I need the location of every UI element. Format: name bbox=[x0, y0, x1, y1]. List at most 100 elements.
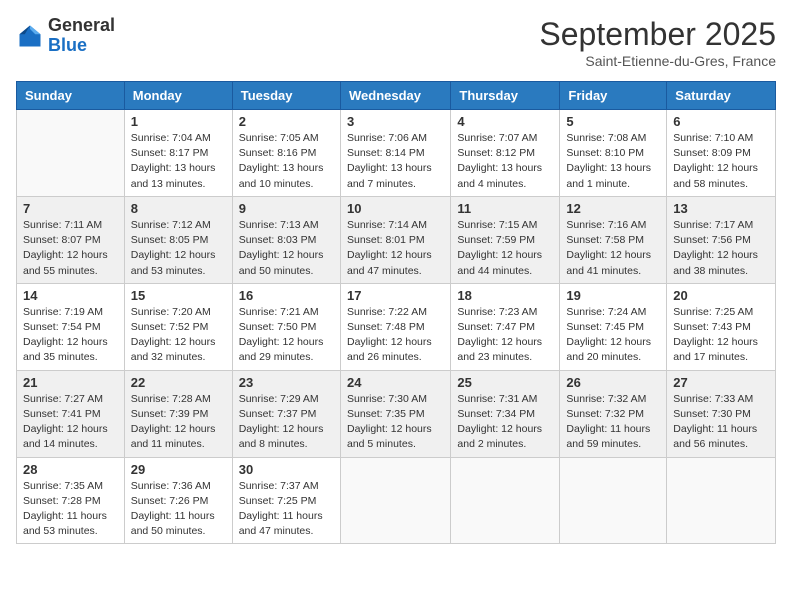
day-info: Sunrise: 7:29 AM Sunset: 7:37 PM Dayligh… bbox=[239, 392, 334, 453]
weekday-header: Friday bbox=[560, 82, 667, 110]
day-info: Sunrise: 7:36 AM Sunset: 7:26 PM Dayligh… bbox=[131, 479, 226, 540]
day-number: 20 bbox=[673, 288, 769, 303]
day-number: 21 bbox=[23, 375, 118, 390]
day-number: 5 bbox=[566, 114, 660, 129]
day-number: 11 bbox=[457, 201, 553, 216]
calendar-day-cell: 8 Sunrise: 7:12 AM Sunset: 8:05 PM Daylig… bbox=[124, 196, 232, 283]
calendar-day-cell: 7 Sunrise: 7:11 AM Sunset: 8:07 PM Daylig… bbox=[17, 196, 125, 283]
calendar-day-cell: 2 Sunrise: 7:05 AM Sunset: 8:16 PM Daylig… bbox=[232, 110, 340, 197]
day-info: Sunrise: 7:16 AM Sunset: 7:58 PM Dayligh… bbox=[566, 218, 660, 279]
logo-blue: Blue bbox=[48, 35, 87, 55]
weekday-header: Thursday bbox=[451, 82, 560, 110]
calendar-day-cell: 10Sunrise: 7:14 AM Sunset: 8:01 PM Dayli… bbox=[340, 196, 450, 283]
day-info: Sunrise: 7:12 AM Sunset: 8:05 PM Dayligh… bbox=[131, 218, 226, 279]
calendar-day-cell: 22 Sunrise: 7:28 AM Sunset: 7:39 PM Dayli… bbox=[124, 370, 232, 457]
day-number: 6 bbox=[673, 114, 769, 129]
day-number: 19 bbox=[566, 288, 660, 303]
calendar-week-row: 28 Sunrise: 7:35 AM Sunset: 7:28 PM Dayli… bbox=[17, 457, 776, 544]
calendar-week-row: 21 Sunrise: 7:27 AM Sunset: 7:41 PM Dayli… bbox=[17, 370, 776, 457]
calendar-day-cell: 17Sunrise: 7:22 AM Sunset: 7:48 PM Dayli… bbox=[340, 283, 450, 370]
calendar-day-cell: 25 Sunrise: 7:31 AM Sunset: 7:34 PM Dayli… bbox=[451, 370, 560, 457]
weekday-header: Monday bbox=[124, 82, 232, 110]
day-number: 2 bbox=[239, 114, 334, 129]
calendar-day-cell: 5Sunrise: 7:08 AM Sunset: 8:10 PM Daylig… bbox=[560, 110, 667, 197]
page-header: General Blue September 2025 Saint-Etienn… bbox=[16, 16, 776, 69]
calendar-day-cell bbox=[17, 110, 125, 197]
calendar-day-cell: 30 Sunrise: 7:37 AM Sunset: 7:25 PM Dayli… bbox=[232, 457, 340, 544]
title-block: September 2025 Saint-Etienne-du-Gres, Fr… bbox=[539, 16, 776, 69]
day-number: 3 bbox=[347, 114, 444, 129]
day-info: Sunrise: 7:22 AM Sunset: 7:48 PM Dayligh… bbox=[347, 305, 444, 366]
calendar-day-cell: 26 Sunrise: 7:32 AM Sunset: 7:32 PM Dayli… bbox=[560, 370, 667, 457]
day-number: 24 bbox=[347, 375, 444, 390]
calendar-day-cell: 11 Sunrise: 7:15 AM Sunset: 7:59 PM Dayli… bbox=[451, 196, 560, 283]
weekday-header: Sunday bbox=[17, 82, 125, 110]
calendar-day-cell: 29 Sunrise: 7:36 AM Sunset: 7:26 PM Dayli… bbox=[124, 457, 232, 544]
day-info: Sunrise: 7:27 AM Sunset: 7:41 PM Dayligh… bbox=[23, 392, 118, 453]
calendar-day-cell: 14 Sunrise: 7:19 AM Sunset: 7:54 PM Dayli… bbox=[17, 283, 125, 370]
calendar-day-cell: 4Sunrise: 7:07 AM Sunset: 8:12 PM Daylig… bbox=[451, 110, 560, 197]
day-info: Sunrise: 7:32 AM Sunset: 7:32 PM Dayligh… bbox=[566, 392, 660, 453]
location: Saint-Etienne-du-Gres, France bbox=[539, 53, 776, 69]
day-number: 27 bbox=[673, 375, 769, 390]
calendar-day-cell: 23 Sunrise: 7:29 AM Sunset: 7:37 PM Dayli… bbox=[232, 370, 340, 457]
calendar-day-cell: 20 Sunrise: 7:25 AM Sunset: 7:43 PM Dayli… bbox=[667, 283, 776, 370]
month-title: September 2025 bbox=[539, 16, 776, 53]
calendar-day-cell bbox=[667, 457, 776, 544]
day-number: 26 bbox=[566, 375, 660, 390]
day-info: Sunrise: 7:19 AM Sunset: 7:54 PM Dayligh… bbox=[23, 305, 118, 366]
calendar-day-cell: 16 Sunrise: 7:21 AM Sunset: 7:50 PM Dayli… bbox=[232, 283, 340, 370]
calendar-day-cell: 3 Sunrise: 7:06 AM Sunset: 8:14 PM Daylig… bbox=[340, 110, 450, 197]
calendar-day-cell: 6 Sunrise: 7:10 AM Sunset: 8:09 PM Daylig… bbox=[667, 110, 776, 197]
calendar-week-row: 14 Sunrise: 7:19 AM Sunset: 7:54 PM Dayli… bbox=[17, 283, 776, 370]
calendar-table: SundayMondayTuesdayWednesdayThursdayFrid… bbox=[16, 81, 776, 544]
day-number: 12 bbox=[566, 201, 660, 216]
day-info: Sunrise: 7:25 AM Sunset: 7:43 PM Dayligh… bbox=[673, 305, 769, 366]
calendar-day-cell bbox=[560, 457, 667, 544]
day-info: Sunrise: 7:28 AM Sunset: 7:39 PM Dayligh… bbox=[131, 392, 226, 453]
day-info: Sunrise: 7:05 AM Sunset: 8:16 PM Dayligh… bbox=[239, 131, 334, 192]
day-number: 22 bbox=[131, 375, 226, 390]
calendar-day-cell bbox=[340, 457, 450, 544]
calendar-week-row: 7 Sunrise: 7:11 AM Sunset: 8:07 PM Daylig… bbox=[17, 196, 776, 283]
weekday-header: Saturday bbox=[667, 82, 776, 110]
weekday-header: Tuesday bbox=[232, 82, 340, 110]
day-info: Sunrise: 7:37 AM Sunset: 7:25 PM Dayligh… bbox=[239, 479, 334, 540]
logo-icon bbox=[16, 22, 44, 50]
day-info: Sunrise: 7:24 AM Sunset: 7:45 PM Dayligh… bbox=[566, 305, 660, 366]
day-number: 15 bbox=[131, 288, 226, 303]
day-info: Sunrise: 7:35 AM Sunset: 7:28 PM Dayligh… bbox=[23, 479, 118, 540]
day-number: 23 bbox=[239, 375, 334, 390]
calendar-day-cell: 27Sunrise: 7:33 AM Sunset: 7:30 PM Dayli… bbox=[667, 370, 776, 457]
day-info: Sunrise: 7:20 AM Sunset: 7:52 PM Dayligh… bbox=[131, 305, 226, 366]
calendar-day-cell: 21 Sunrise: 7:27 AM Sunset: 7:41 PM Dayli… bbox=[17, 370, 125, 457]
day-info: Sunrise: 7:06 AM Sunset: 8:14 PM Dayligh… bbox=[347, 131, 444, 192]
day-number: 25 bbox=[457, 375, 553, 390]
day-number: 1 bbox=[131, 114, 226, 129]
day-number: 10 bbox=[347, 201, 444, 216]
day-info: Sunrise: 7:10 AM Sunset: 8:09 PM Dayligh… bbox=[673, 131, 769, 192]
day-number: 29 bbox=[131, 462, 226, 477]
calendar-day-cell: 12 Sunrise: 7:16 AM Sunset: 7:58 PM Dayli… bbox=[560, 196, 667, 283]
day-number: 4 bbox=[457, 114, 553, 129]
day-info: Sunrise: 7:11 AM Sunset: 8:07 PM Dayligh… bbox=[23, 218, 118, 279]
day-number: 30 bbox=[239, 462, 334, 477]
day-number: 16 bbox=[239, 288, 334, 303]
day-number: 18 bbox=[457, 288, 553, 303]
day-number: 14 bbox=[23, 288, 118, 303]
weekday-header: Wednesday bbox=[340, 82, 450, 110]
calendar-day-cell: 28 Sunrise: 7:35 AM Sunset: 7:28 PM Dayli… bbox=[17, 457, 125, 544]
logo: General Blue bbox=[16, 16, 115, 56]
day-info: Sunrise: 7:21 AM Sunset: 7:50 PM Dayligh… bbox=[239, 305, 334, 366]
day-number: 28 bbox=[23, 462, 118, 477]
calendar-day-cell: 15 Sunrise: 7:20 AM Sunset: 7:52 PM Dayli… bbox=[124, 283, 232, 370]
day-number: 8 bbox=[131, 201, 226, 216]
calendar-day-cell: 9Sunrise: 7:13 AM Sunset: 8:03 PM Daylig… bbox=[232, 196, 340, 283]
day-info: Sunrise: 7:15 AM Sunset: 7:59 PM Dayligh… bbox=[457, 218, 553, 279]
day-number: 7 bbox=[23, 201, 118, 216]
day-info: Sunrise: 7:31 AM Sunset: 7:34 PM Dayligh… bbox=[457, 392, 553, 453]
calendar-day-cell: 1Sunrise: 7:04 AM Sunset: 8:17 PM Daylig… bbox=[124, 110, 232, 197]
calendar-week-row: 1Sunrise: 7:04 AM Sunset: 8:17 PM Daylig… bbox=[17, 110, 776, 197]
calendar-day-cell bbox=[451, 457, 560, 544]
calendar-day-cell: 19 Sunrise: 7:24 AM Sunset: 7:45 PM Dayli… bbox=[560, 283, 667, 370]
